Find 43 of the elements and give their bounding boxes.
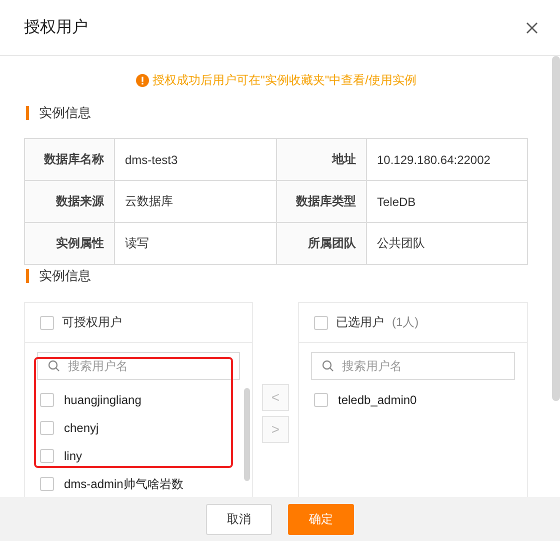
cancel-button[interactable]: 取消 [206, 504, 272, 534]
field-value: 云数据库 [114, 180, 276, 222]
field-label: 数据来源 [24, 180, 114, 222]
section-marker [26, 106, 29, 120]
user-name: teledb_admin0 [338, 393, 417, 407]
section-title: 实例信息 [39, 104, 91, 122]
section-title: 实例信息 [39, 267, 91, 285]
search-field[interactable]: 搜索用户名 [311, 352, 515, 380]
scrollbar[interactable] [552, 56, 560, 401]
field-label: 数据库类型 [276, 180, 366, 222]
confirm-button[interactable]: 确定 [288, 504, 354, 534]
search-field[interactable]: 搜索用户名 [37, 352, 240, 380]
checkbox[interactable] [314, 316, 328, 330]
field-label: 所属团队 [276, 222, 366, 264]
field-value: dms-test3 [114, 138, 276, 180]
search-icon [48, 360, 60, 372]
user-name: dms-admin帅气啥岩数 [64, 476, 184, 492]
field-value: 10.129.180.64:22002 [366, 138, 528, 180]
field-value: 公共团队 [366, 222, 528, 264]
section-marker [26, 269, 29, 283]
checkbox[interactable] [40, 421, 54, 435]
search-icon [322, 360, 334, 372]
panel-title: 已选用户 [336, 314, 384, 331]
panel-title: 可授权用户 [62, 314, 122, 331]
field-label: 地址 [276, 138, 366, 180]
user-count: (1人) [392, 314, 419, 331]
user-name: liny [64, 449, 82, 463]
field-value: TeleDB [366, 180, 528, 222]
dialog-title: 授权用户 [24, 18, 88, 38]
field-value: 读写 [114, 222, 276, 264]
checkbox[interactable] [40, 393, 54, 407]
checkbox[interactable] [314, 393, 328, 407]
checkbox[interactable] [40, 316, 54, 330]
user-name: chenyj [64, 421, 99, 435]
scrollbar[interactable] [244, 388, 250, 481]
field-label: 实例属性 [24, 222, 114, 264]
notice-text: 授权成功后用户可在"实例收藏夹"中查看/使用实例 [152, 72, 416, 88]
checkbox[interactable] [40, 449, 54, 463]
checkbox[interactable] [40, 477, 54, 491]
close-icon[interactable] [526, 22, 538, 34]
warning-icon [136, 74, 149, 86]
field-label: 数据库名称 [24, 138, 114, 180]
user-name: huangjingliang [64, 393, 142, 407]
